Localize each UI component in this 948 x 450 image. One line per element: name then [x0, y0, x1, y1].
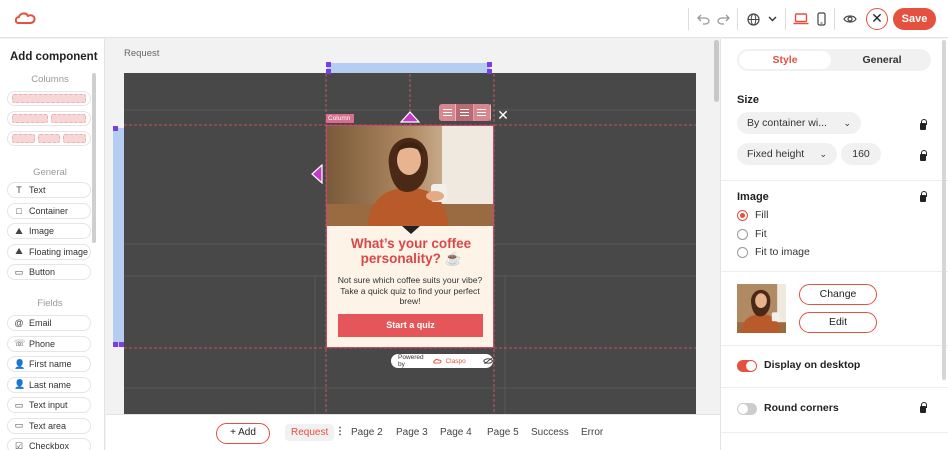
edit-image-button[interactable]: Edit: [799, 312, 877, 333]
pages-bar: + Add Request ⋮ Page 2 Page 3 Page 4 Page 5 Su…: [106, 414, 720, 450]
round-corners-toggle[interactable]: [737, 403, 757, 415]
tab-page-page-3[interactable]: Page 3: [396, 427, 428, 438]
hide-eye-icon[interactable]: [482, 357, 493, 365]
height-select[interactable]: Fixed height ⌄: [737, 143, 837, 165]
display-on-desktop-toggle[interactable]: [737, 360, 757, 372]
properties-scrollbar[interactable]: [942, 40, 946, 380]
divider: [721, 387, 948, 388]
size-heading: Size: [737, 94, 760, 106]
divider: [721, 271, 948, 272]
tab-page-page-5[interactable]: Page 5: [487, 427, 519, 438]
popup-title[interactable]: What’s your coffee personality? ☕: [333, 236, 489, 266]
remove-element-icon[interactable]: ✕: [496, 108, 510, 122]
tab-page-request[interactable]: Request: [285, 424, 335, 441]
tab-page-success[interactable]: Success: [531, 427, 569, 438]
tab-page-page-2[interactable]: Page 2: [351, 427, 383, 438]
height-input[interactable]: 160: [841, 143, 881, 165]
image-heading: Image: [737, 191, 769, 203]
popup-text[interactable]: Not sure which coffee suits your vibe? T…: [337, 275, 483, 307]
radio-label-fit-to-image: Fit to image: [755, 246, 810, 258]
powered-by-label: Powered by: [398, 354, 424, 368]
powered-by-badge: Powered by Claspo: [391, 354, 493, 368]
radio-fit[interactable]: [737, 229, 748, 240]
popup-preview[interactable]: What’s your coffee personality? ☕ Not su…: [326, 125, 494, 348]
caret-down-icon: [402, 226, 420, 234]
align-center-icon[interactable]: [456, 104, 474, 121]
panel-tabs: Style General: [737, 49, 931, 71]
coffee-woman-photo[interactable]: [327, 126, 493, 226]
tab-page-page-4[interactable]: Page 4: [440, 427, 472, 438]
lock-icon: [920, 119, 927, 130]
chevron-down-icon: ⌄: [819, 149, 827, 159]
add-page-button[interactable]: + Add: [216, 423, 270, 444]
lock-icon: [920, 150, 927, 161]
radio-fill[interactable]: [737, 210, 748, 221]
tab-style[interactable]: Style: [739, 51, 831, 69]
properties-panel: Style General Size By container wi... ⌄ …: [720, 39, 948, 450]
start-quiz-button[interactable]: Start a quiz: [338, 314, 483, 337]
align-left-icon[interactable]: [439, 104, 457, 121]
column-tag[interactable]: Column: [326, 114, 354, 123]
align-toolbar: [439, 104, 491, 121]
canvas-scrollbar[interactable]: [714, 40, 719, 102]
change-image-button[interactable]: Change: [799, 284, 877, 305]
lock-icon: [920, 191, 927, 202]
divider: [721, 432, 948, 433]
width-select-value: By container wi...: [747, 117, 827, 129]
radio-label-fit: Fit: [755, 228, 767, 240]
tab-general[interactable]: General: [835, 51, 929, 69]
width-select[interactable]: By container wi... ⌄: [737, 112, 861, 134]
display-on-desktop-label: Display on desktop: [764, 359, 861, 371]
lock-icon: [920, 402, 927, 413]
resize-handle-left-icon[interactable]: [310, 164, 324, 184]
resize-handle-top-icon[interactable]: [400, 110, 420, 124]
chevron-down-icon: ⌄: [843, 118, 851, 128]
page-menu-icon[interactable]: ⋮: [335, 426, 345, 437]
radio-fit-to-image[interactable]: [737, 247, 748, 258]
divider: [721, 345, 948, 346]
round-corners-label: Round corners: [764, 402, 839, 414]
tab-page-error[interactable]: Error: [581, 427, 603, 438]
align-right-icon[interactable]: [474, 104, 491, 121]
claspo-logo-icon: [433, 358, 442, 364]
height-select-value: Fixed height: [747, 148, 805, 160]
brand-name: Claspo: [445, 357, 466, 365]
image-thumbnail: [737, 284, 786, 333]
divider: [721, 180, 948, 181]
radio-label-fill: Fill: [755, 209, 769, 221]
